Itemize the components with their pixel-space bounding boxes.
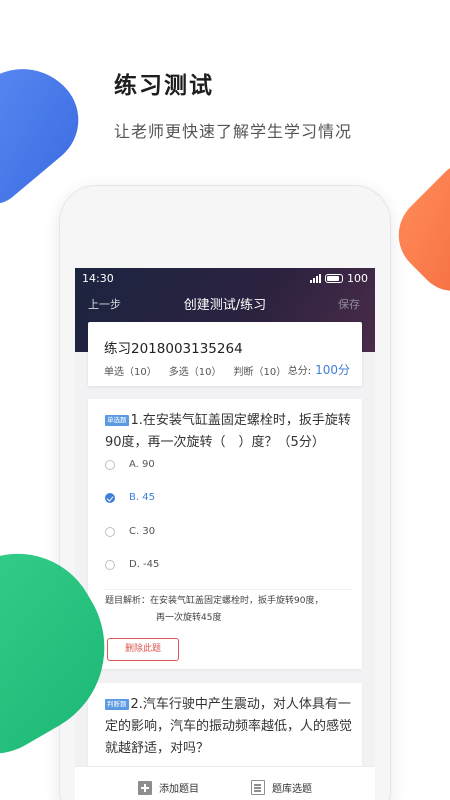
- promo-title: 练习测试: [114, 73, 214, 99]
- battery-level: 100: [347, 272, 368, 285]
- question-stem: 2.汽车行驶中产生震动，对人体具有一定的影响，汽车的振动频率越低，人的感觉就越舒…: [105, 697, 353, 756]
- question-card: 单选题 1.在安装气缸盖固定螺栓时，扳手旋转90度，再一次旋转（ ）度？（5分） …: [88, 399, 362, 669]
- nav-bar: 上一步 创建测试/练习 保存: [75, 292, 375, 314]
- radio-icon[interactable]: [105, 559, 115, 570]
- option-c[interactable]: C. 30: [105, 526, 155, 537]
- list-icon: [251, 780, 265, 795]
- question-card: 判断题 2.汽车行驶中产生震动，对人体具有一定的影响，汽车的振动频率越低，人的感觉…: [88, 683, 362, 773]
- question-stem: 1.在安装气缸盖固定螺栓时，扳手旋转90度，再一次旋转（ ）度？（5分）: [105, 413, 351, 450]
- option-a[interactable]: A. 90: [105, 459, 155, 470]
- status-indicators: 100: [310, 272, 368, 285]
- radio-icon[interactable]: [105, 526, 115, 537]
- question-type-tag: 单选题: [105, 415, 129, 426]
- question-text: 单选题 1.在安装气缸盖固定螺栓时，扳手旋转90度，再一次旋转（ ）度？（5分）: [105, 410, 355, 454]
- total-score-value: 100分: [315, 363, 350, 377]
- save-button[interactable]: 保存: [338, 296, 360, 312]
- promo-subtitle: 让老师更快速了解学生学习情况: [114, 122, 353, 141]
- multi-choice-count: 多选（10）: [168, 367, 222, 378]
- plus-icon: [138, 780, 152, 795]
- delete-question-button[interactable]: 删除此题: [107, 638, 179, 661]
- radio-checked-icon[interactable]: [105, 492, 115, 503]
- page-title: 创建测试/练习: [183, 298, 267, 313]
- total-score-label: 总分:: [287, 366, 312, 377]
- test-info-card: 练习2018003135264 单选（10） 多选（10） 判断（10） 总分:…: [88, 322, 362, 386]
- option-label: D. -45: [129, 559, 160, 570]
- single-choice-count: 单选（10）: [104, 367, 157, 378]
- question-text: 判断题 2.汽车行驶中产生震动，对人体具有一定的影响，汽车的振动频率越低，人的感觉…: [105, 694, 355, 760]
- question-type-tag: 判断题: [105, 699, 129, 710]
- app-screen: 14:30 100 上一步 创建测试/练习 保存 练习2018003135264…: [75, 268, 375, 800]
- analysis-line-2: 再一次旋转45度: [156, 613, 222, 623]
- radio-icon[interactable]: [105, 459, 115, 470]
- question-analysis: 题目解析：在安装气缸盖固定螺栓时，扳手旋转90度， 再一次旋转45度: [105, 593, 360, 627]
- option-b[interactable]: B. 45: [105, 492, 155, 503]
- question-bank-button[interactable]: 题库选题: [251, 780, 312, 795]
- signal-icon: [310, 274, 321, 283]
- judgement-count: 判断（10）: [233, 367, 287, 378]
- status-time: 14:30: [82, 272, 114, 285]
- battery-icon: [325, 274, 343, 283]
- divider: [105, 589, 353, 590]
- analysis-line-1: 题目解析：在安装气缸盖固定螺栓时，扳手旋转90度，: [105, 596, 324, 606]
- option-label: C. 30: [129, 526, 156, 537]
- option-label: B. 45: [129, 492, 155, 503]
- question-type-counts: 单选（10） 多选（10） 判断（10）: [104, 363, 286, 378]
- total-score: 总分: 100分: [288, 361, 350, 378]
- status-bar: 14:30 100: [75, 270, 375, 288]
- add-question-label: 添加题目: [159, 784, 199, 795]
- decorative-orange-shape: [382, 150, 450, 306]
- add-question-button[interactable]: 添加题目: [138, 780, 199, 795]
- option-label: A. 90: [129, 459, 155, 470]
- option-d[interactable]: D. -45: [105, 559, 159, 570]
- question-bank-label: 题库选题: [272, 784, 312, 795]
- test-name: 练习2018003135264: [104, 341, 243, 357]
- bottom-toolbar: 添加题目 题库选题: [75, 766, 375, 800]
